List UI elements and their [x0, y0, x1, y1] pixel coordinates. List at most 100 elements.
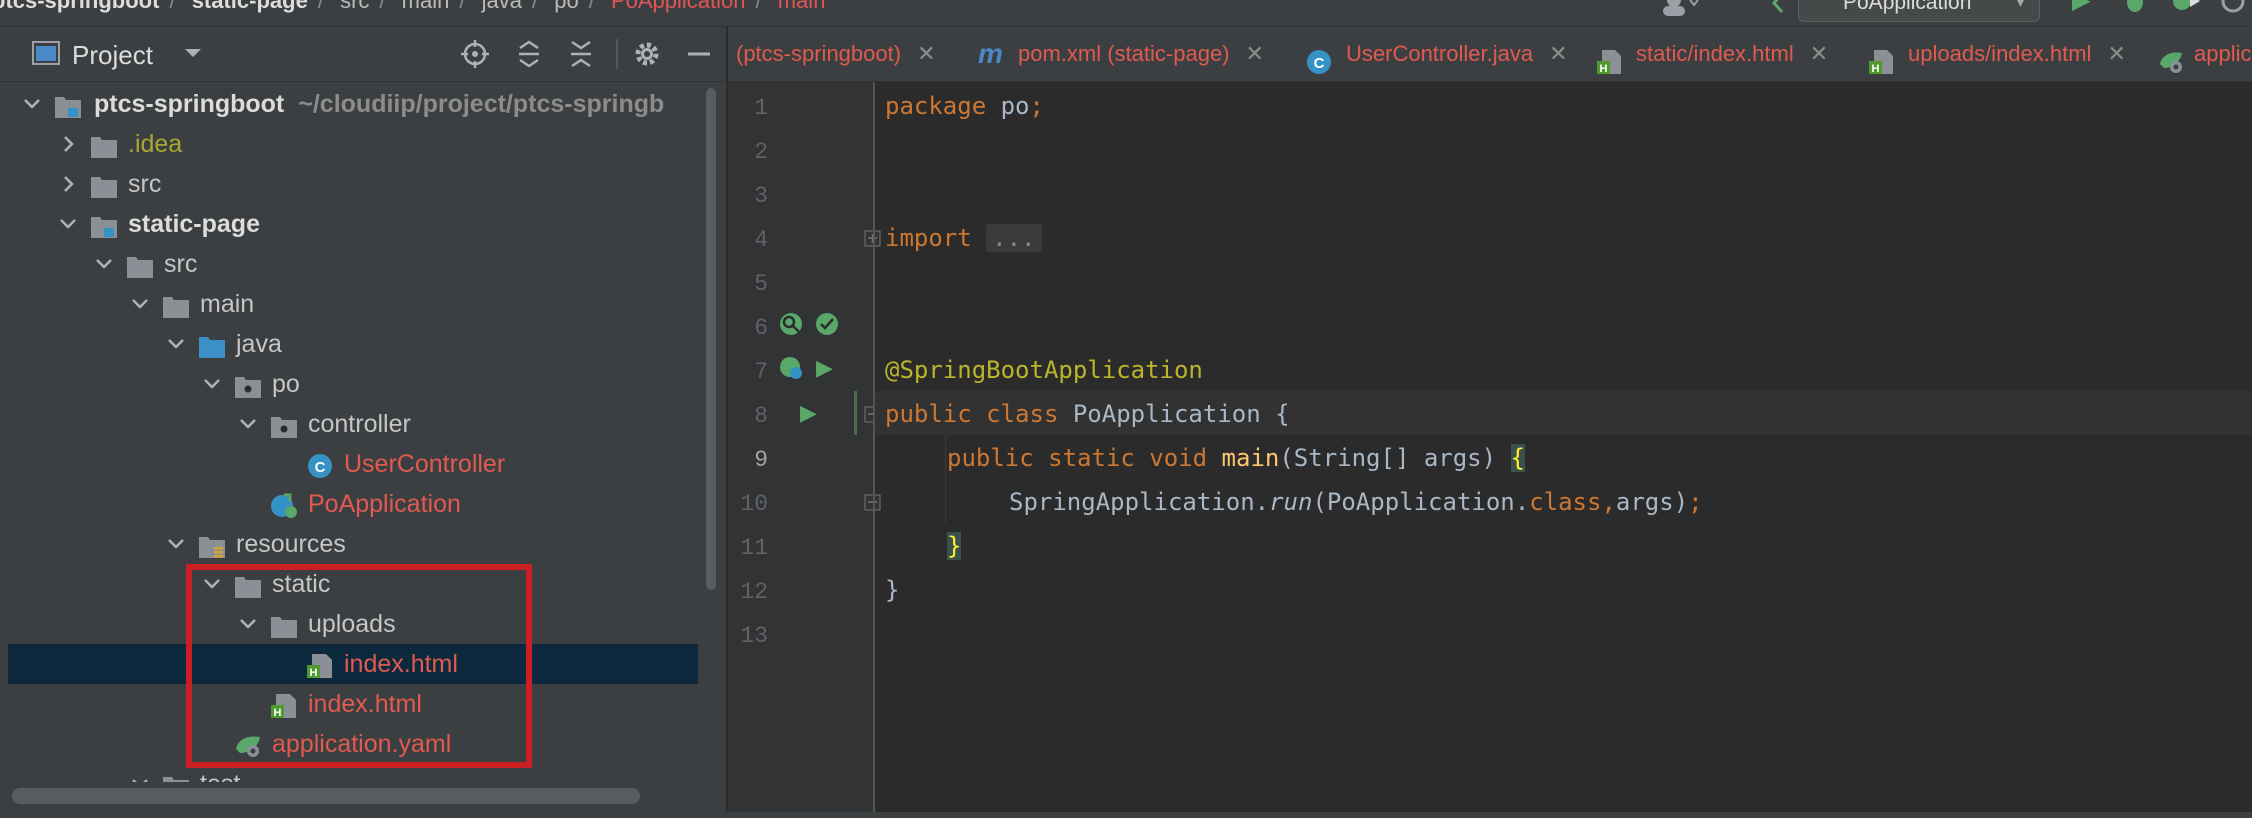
- tab-user-controller-java[interactable]: C UserController.java ✕: [1306, 27, 1568, 81]
- package-icon: [234, 371, 262, 398]
- code-line-11: }: [947, 532, 962, 560]
- code-keyword: public class: [885, 400, 1059, 428]
- breadcrumb-item[interactable]: main: [778, 0, 826, 13]
- spring-bean-icon[interactable]: [778, 355, 804, 381]
- tree-item-controller[interactable]: controller: [8, 404, 698, 444]
- tree-item-java[interactable]: java: [8, 324, 698, 364]
- close-icon[interactable]: ✕: [2107, 41, 2125, 66]
- tree-item-static[interactable]: static: [8, 564, 698, 604]
- tree-item-root[interactable]: ptcs-springboot ~/cloudiip/project/ptcs-s…: [8, 84, 698, 124]
- run-icon[interactable]: ▶: [800, 400, 826, 426]
- chevron-down-icon[interactable]: [236, 604, 260, 644]
- tree-item-po-application[interactable]: PoApplication: [8, 484, 698, 524]
- tree-item-static-index-html[interactable]: H index.html: [8, 684, 698, 724]
- project-panel-title[interactable]: Project: [72, 40, 153, 71]
- module-folder-icon: [90, 211, 118, 238]
- expand-all-icon[interactable]: [514, 39, 544, 69]
- fold-icon[interactable]: [862, 492, 888, 518]
- code-line-12: }: [885, 576, 899, 604]
- maven-icon: m: [978, 38, 1003, 69]
- tree-item-static-page[interactable]: static-page: [8, 204, 698, 244]
- tree-main-label: main: [200, 290, 255, 318]
- chevron-down-icon[interactable]: [56, 204, 80, 244]
- tree-item-user-controller[interactable]: C UserController: [8, 444, 698, 484]
- tree-item-test[interactable]: test: [8, 764, 698, 782]
- chevron-down-icon[interactable]: [92, 244, 116, 284]
- tab-application-yaml[interactable]: applic: [2158, 27, 2251, 81]
- html-file-icon: H: [270, 691, 298, 719]
- breadcrumb-item[interactable]: PoApplication: [611, 0, 746, 13]
- tree-item-resources[interactable]: resources: [8, 524, 698, 564]
- close-icon[interactable]: ✕: [1246, 41, 1264, 66]
- back-icon[interactable]: [1766, 0, 1790, 24]
- chevron-right-icon[interactable]: [56, 164, 80, 204]
- run-icon[interactable]: ▶: [816, 355, 842, 381]
- tab-static-index-html[interactable]: H static/index.html ✕: [1596, 27, 1828, 81]
- breadcrumb-item[interactable]: main: [402, 0, 450, 13]
- line-number: 3: [754, 183, 768, 209]
- tree-idea-label: .idea: [128, 130, 183, 158]
- run-icon[interactable]: ▶: [2072, 0, 2090, 15]
- chevron-down-icon[interactable]: [200, 564, 224, 604]
- tab-ptcs-springboot[interactable]: (ptcs-springboot) ✕: [736, 27, 936, 81]
- chevron-down-icon[interactable]: [164, 524, 188, 564]
- tree-item-src[interactable]: src: [8, 244, 698, 284]
- run-config-select[interactable]: PoApplication ▾: [1798, 0, 2040, 22]
- locate-icon[interactable]: [460, 39, 490, 69]
- close-icon[interactable]: ✕: [917, 41, 935, 66]
- chevron-right-icon[interactable]: [56, 124, 80, 164]
- tab-label: static/index.html: [1636, 41, 1794, 66]
- tree-item-uploads-index-html[interactable]: H index.html: [8, 644, 698, 684]
- tree-item-uploads[interactable]: uploads: [8, 604, 698, 644]
- breadcrumb-item[interactable]: ptcs-springboot: [0, 0, 159, 13]
- close-icon[interactable]: ✕: [1810, 41, 1828, 66]
- run-config-label: PoApplication: [1843, 0, 1972, 14]
- tab-pom-xml[interactable]: m pom.xml (static-page) ✕: [978, 27, 1264, 81]
- tree-item-idea[interactable]: .idea: [8, 124, 698, 164]
- folder-icon: [270, 611, 298, 638]
- tab-label: (ptcs-springboot): [736, 41, 902, 66]
- collapse-all-icon[interactable]: [566, 39, 596, 69]
- chevron-down-icon[interactable]: [236, 404, 260, 444]
- code-text: (String[] args): [1279, 444, 1511, 472]
- chevron-down-icon[interactable]: [200, 364, 224, 404]
- bean-search-icon[interactable]: [778, 311, 804, 337]
- line-number: 11: [740, 535, 768, 561]
- profile-icon[interactable]: [2218, 0, 2248, 22]
- folded-imports[interactable]: ...: [986, 224, 1042, 252]
- code-line-1: package po;: [885, 92, 1044, 120]
- chevron-down-icon[interactable]: [182, 37, 204, 73]
- breadcrumb-item[interactable]: src: [340, 0, 369, 13]
- close-icon[interactable]: ✕: [1549, 41, 1567, 66]
- chevron-down-icon[interactable]: [164, 324, 188, 364]
- tree-root-label: ptcs-springboot: [94, 90, 285, 118]
- breadcrumb-item[interactable]: java: [482, 0, 522, 13]
- tree-resources-label: resources: [236, 530, 346, 558]
- code-text: SpringApplication.: [1009, 488, 1270, 516]
- breadcrumb-item[interactable]: po: [554, 0, 578, 13]
- tab-uploads-index-html[interactable]: H uploads/index.html ✕: [1868, 27, 2126, 81]
- spring-check-icon[interactable]: [814, 311, 840, 337]
- chevron-down-icon[interactable]: [128, 764, 152, 782]
- tree-item-src-root[interactable]: src: [8, 164, 698, 204]
- chevron-down-icon[interactable]: [128, 284, 152, 324]
- change-marker: [854, 391, 857, 435]
- minimize-icon[interactable]: [684, 39, 714, 69]
- folder-icon: [126, 251, 154, 278]
- tree-horizontal-scrollbar[interactable]: [12, 788, 640, 804]
- gear-icon[interactable]: [632, 39, 662, 69]
- coverage-icon[interactable]: [2170, 0, 2204, 22]
- line-number: 5: [754, 271, 768, 297]
- breadcrumb-item[interactable]: static-page: [192, 0, 308, 13]
- tree-item-po[interactable]: po: [8, 364, 698, 404]
- tree-item-main[interactable]: main: [8, 284, 698, 324]
- chevron-down-icon[interactable]: [20, 84, 44, 124]
- user-icon[interactable]: [1660, 0, 1700, 26]
- tree-src-root-label: src: [128, 170, 162, 198]
- code-line-7: @SpringBootApplication: [885, 356, 1203, 384]
- code-editor[interactable]: 1 2 3 4 5 6 7 8 9 10 11 12 13 ▶ ▶ packag…: [728, 82, 2252, 818]
- tree-item-application-yaml[interactable]: application.yaml: [8, 724, 698, 764]
- debug-icon[interactable]: [2120, 0, 2150, 22]
- tree-vertical-scrollbar[interactable]: [704, 82, 718, 592]
- code-line-4: import ...: [885, 224, 1042, 252]
